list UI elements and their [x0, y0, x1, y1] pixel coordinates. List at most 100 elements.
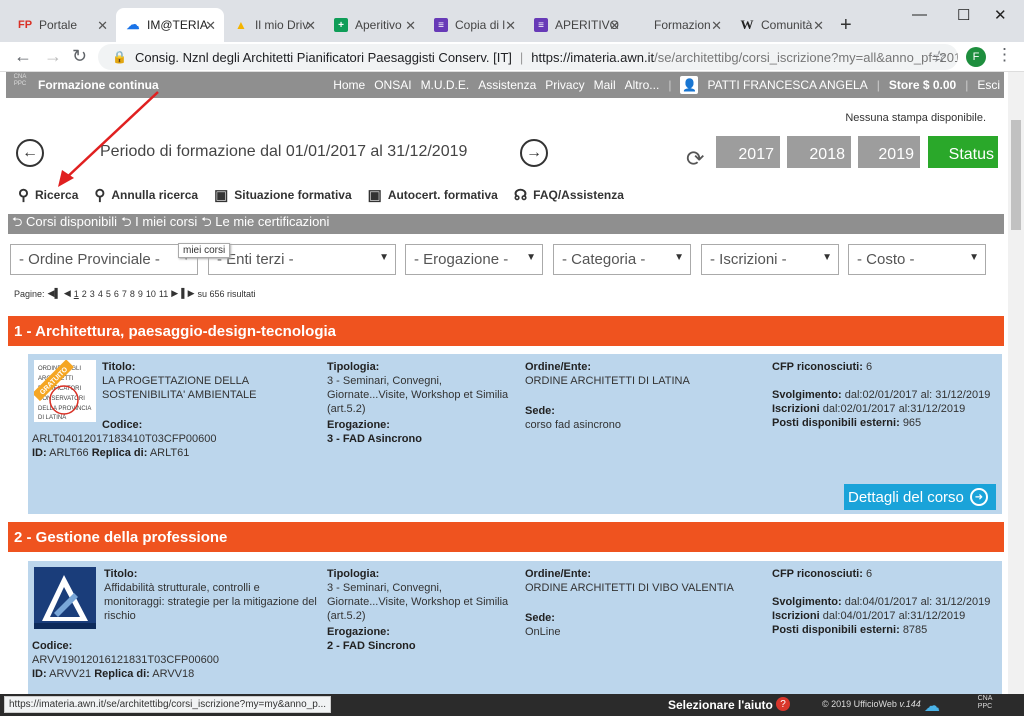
help-label[interactable]: Selezionare l'aiuto	[668, 698, 773, 712]
field-value: dal:04/01/2017 al:31/12/2019	[822, 610, 966, 622]
field-label: Titolo:	[104, 568, 138, 580]
page-link[interactable]: 10	[146, 289, 156, 299]
reload-icon[interactable]: ↻	[72, 46, 87, 67]
pagination-label: Pagine:	[14, 288, 45, 299]
year-button-2018[interactable]: 2018	[787, 136, 851, 168]
nav-home[interactable]: Home	[333, 78, 365, 92]
page-scrollbar[interactable]	[1008, 72, 1024, 716]
filter-iscrizioni[interactable]: - Iscrizioni - ▼	[701, 244, 839, 275]
courses-tabs: ⮌ Corsi disponibili ⮌ I miei corsi ⮌ Le …	[8, 214, 1004, 234]
store-balance[interactable]: Store $ 0.00	[889, 78, 956, 92]
user-name[interactable]: PATTI FRANCESCA ANGELA	[707, 78, 867, 92]
wikipedia-icon: W	[740, 17, 754, 32]
page-link[interactable]: 1	[74, 289, 79, 299]
filter-ordine-provinciale[interactable]: - Ordine Provinciale -▼	[10, 244, 198, 275]
cancel-search-button[interactable]: ⚲ Annulla ricerca	[94, 186, 198, 204]
new-tab-icon[interactable]: +	[840, 14, 852, 37]
previous-period-icon[interactable]: ←	[16, 139, 44, 167]
prev-page-icon[interactable]: ◀	[64, 288, 71, 299]
year-button-2017[interactable]: 2017	[716, 136, 780, 168]
year-button-2019[interactable]: 2019	[858, 136, 920, 168]
next-period-icon[interactable]: →	[520, 139, 548, 167]
page-link[interactable]: 8	[130, 289, 135, 299]
maximize-icon[interactable]: ☐	[957, 6, 970, 24]
field-label: Erogazione:	[327, 626, 390, 638]
field-value: dal:04/01/2017 al: 31/12/2019	[844, 596, 991, 608]
copyright-text: © 2019 UfficioWeb	[822, 699, 897, 709]
close-icon[interactable]: ✕	[813, 18, 824, 34]
page-link[interactable]: 2	[82, 289, 87, 299]
close-icon[interactable]: ✕	[97, 18, 108, 34]
url-field[interactable]: 🔒 Consig. Nznl degli Architetti Pianific…	[98, 44, 958, 70]
minimize-icon[interactable]: —	[912, 6, 927, 23]
close-icon[interactable]: ✕	[305, 18, 316, 34]
site-identity: Consig. Nznl degli Architetti Pianificat…	[134, 49, 512, 65]
site-title[interactable]: Formazione continua	[38, 78, 159, 92]
tab-corsi-disponibili[interactable]: ⮌ Corsi disponibili	[12, 213, 117, 235]
action-toolbar: ⚲ Ricerca ⚲ Annulla ricerca ▣ Situazione…	[18, 186, 640, 204]
page-link[interactable]: 9	[138, 289, 143, 299]
field-value: corso fad asincrono	[525, 419, 621, 431]
field-label: ID:	[32, 668, 47, 680]
filter-costo[interactable]: - Costo - ▼	[848, 244, 986, 275]
nav-assistenza[interactable]: Assistenza	[478, 78, 536, 92]
back-icon[interactable]: ←	[14, 46, 32, 67]
browser-tab[interactable]: ≡ APERITIVO ✕	[524, 8, 628, 42]
close-icon[interactable]: ✕	[205, 18, 216, 34]
nav-mail[interactable]: Mail	[594, 78, 616, 92]
close-icon[interactable]: ✕	[609, 18, 620, 34]
browser-tab[interactable]: ▲ Il mio Driv ✕	[224, 8, 324, 42]
search-button[interactable]: ⚲ Ricerca	[18, 186, 78, 204]
browser-tab[interactable]: + Aperitivo ✕	[324, 8, 424, 42]
course-card: Titolo: Affidabilità strutturale, contro…	[28, 561, 1002, 694]
help-icon[interactable]: ?	[776, 697, 790, 711]
close-icon[interactable]: ✕	[505, 18, 516, 34]
browser-tab[interactable]: FP Portale ✕	[8, 8, 116, 42]
filter-categoria[interactable]: - Categoria - ▼	[553, 244, 691, 275]
tab-miei-corsi[interactable]: ⮌ I miei corsi	[121, 213, 197, 235]
window-close-icon[interactable]: ✕	[994, 6, 1007, 24]
close-icon[interactable]: ✕	[405, 18, 416, 34]
filter-erogazione[interactable]: - Erogazione - ▼	[405, 244, 543, 275]
browser-tab-active[interactable]: ☁ IM@TERIA ✕	[116, 8, 224, 42]
field-value: ARLT66	[49, 447, 89, 459]
nav-privacy[interactable]: Privacy	[545, 78, 584, 92]
logout-link[interactable]: Esci	[977, 78, 1000, 92]
chevron-down-icon: ▼	[379, 252, 389, 263]
browser-tab[interactable]: W Comunità ✕	[730, 8, 832, 42]
browser-tab[interactable]: Formazion ✕	[628, 8, 730, 42]
close-icon[interactable]: ✕	[711, 18, 722, 34]
first-page-icon[interactable]: ◀▌	[48, 288, 61, 299]
scrollbar-thumb[interactable]	[1011, 120, 1021, 230]
field-value: 8785	[902, 624, 928, 636]
page-link[interactable]: 3	[90, 289, 95, 299]
last-page-icon[interactable]: ▌▶	[181, 288, 194, 299]
nav-altro[interactable]: Altro...	[625, 78, 660, 92]
page-link[interactable]: 6	[114, 289, 119, 299]
nav-mude[interactable]: M.U.D.E.	[421, 78, 470, 92]
forward-icon[interactable]: →	[44, 46, 62, 67]
chevron-down-icon: ▼	[526, 252, 536, 263]
status-button[interactable]: Status	[928, 136, 998, 168]
bookmark-star-icon[interactable]: ☆	[932, 47, 946, 67]
page-link[interactable]: 7	[122, 289, 127, 299]
next-page-icon[interactable]: ▶	[171, 288, 178, 299]
faq-button[interactable]: ☊ FAQ/Assistenza	[514, 186, 624, 204]
training-status-button[interactable]: ▣ Situazione formativa	[214, 186, 352, 204]
course-card: ORDINE DEGLI ARCHITETTI PIANIFICATORI CO…	[28, 354, 1002, 514]
page-link[interactable]: 11	[159, 289, 168, 299]
sheets-icon: +	[334, 18, 348, 32]
profile-avatar[interactable]: F	[966, 47, 986, 67]
self-certification-button[interactable]: ▣ Autocert. formativa	[368, 186, 498, 204]
filter-enti-terzi[interactable]: - Enti terzi - ▼	[208, 244, 396, 275]
nav-onsai[interactable]: ONSAI	[374, 78, 411, 92]
field-value: ARVV21	[49, 668, 92, 680]
page-link[interactable]: 5	[106, 289, 111, 299]
page-link[interactable]: 4	[98, 289, 103, 299]
refresh-icon[interactable]: ⟳	[686, 146, 704, 172]
tab-certificazioni[interactable]: ⮌ Le mie certificazioni	[201, 213, 329, 235]
course-details-button[interactable]: Dettagli del corso ➜	[844, 484, 996, 510]
menu-kebab-icon[interactable]: ⋮	[996, 45, 1013, 65]
cloud-icon: ☁	[126, 17, 140, 32]
browser-tab[interactable]: ≡ Copia di l ✕	[424, 8, 524, 42]
